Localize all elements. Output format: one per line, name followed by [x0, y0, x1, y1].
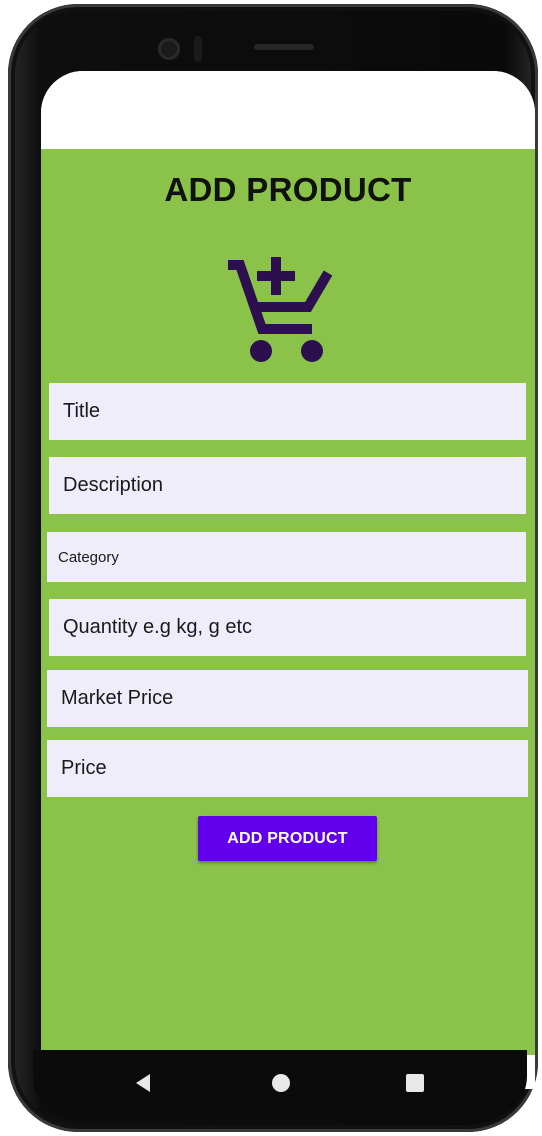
- proximity-sensor: [194, 36, 202, 62]
- recents-square-icon[interactable]: [406, 1074, 424, 1092]
- phone-frame: ADD PRODUCT Title Description Category Q…: [8, 4, 538, 1132]
- price-field[interactable]: Price: [47, 740, 528, 797]
- screen: ADD PRODUCT Title Description Category Q…: [41, 71, 535, 1089]
- market-price-field[interactable]: Market Price: [47, 670, 528, 727]
- page-title: ADD PRODUCT: [164, 171, 412, 208]
- back-triangle-icon[interactable]: [136, 1074, 150, 1092]
- front-camera-icon: [158, 38, 180, 60]
- home-circle-icon[interactable]: [272, 1074, 290, 1092]
- description-field[interactable]: Description: [49, 457, 526, 514]
- add-product-button[interactable]: ADD PRODUCT: [198, 816, 377, 861]
- status-bar-area: [41, 71, 535, 149]
- quantity-field[interactable]: Quantity e.g kg, g etc: [49, 599, 526, 656]
- add-shopping-cart-icon: [228, 257, 333, 362]
- category-field[interactable]: Category: [47, 532, 526, 582]
- title-field[interactable]: Title: [49, 383, 526, 440]
- earpiece-speaker: [254, 44, 314, 50]
- add-product-screen: ADD PRODUCT Title Description Category Q…: [41, 149, 535, 1055]
